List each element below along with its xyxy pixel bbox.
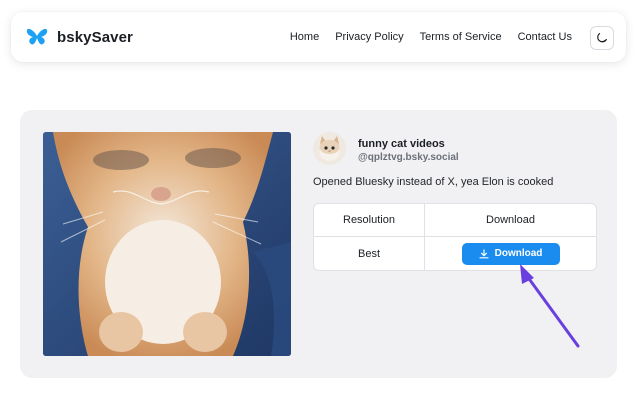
top-navbar: bskySaver Home Privacy Policy Terms of S… bbox=[11, 12, 626, 62]
author-name: funny cat videos bbox=[358, 138, 445, 150]
theme-toggle-button[interactable] bbox=[590, 26, 614, 50]
cat-image bbox=[43, 132, 291, 356]
table-row: Best Download bbox=[314, 236, 596, 270]
post-text: Opened Bluesky instead of X, yea Elon is… bbox=[313, 176, 554, 188]
download-cell: Download bbox=[425, 237, 596, 270]
author-avatar[interactable] bbox=[313, 132, 346, 165]
table-header-row: Resolution Download bbox=[314, 204, 596, 236]
nav-links: Home Privacy Policy Terms of Service Con… bbox=[274, 31, 572, 43]
download-icon bbox=[479, 248, 489, 258]
header-download: Download bbox=[486, 214, 535, 226]
butterfly-icon bbox=[26, 28, 48, 45]
header-resolution: Resolution bbox=[314, 204, 425, 236]
author-handle: @qplztvg.bsky.social bbox=[358, 152, 459, 163]
brand-name: bskySaver bbox=[57, 28, 133, 46]
download-table: Resolution Download Best Download bbox=[313, 203, 597, 271]
video-thumbnail[interactable] bbox=[43, 132, 291, 356]
moon-icon bbox=[597, 33, 607, 43]
resolution-cell: Best bbox=[314, 237, 425, 270]
brand[interactable]: bskySaver bbox=[25, 26, 133, 48]
nav-link-home[interactable]: Home bbox=[290, 31, 319, 43]
nav-link-contact-us[interactable]: Contact Us bbox=[518, 31, 572, 43]
post-card: funny cat videos @qplztvg.bsky.social Op… bbox=[20, 110, 617, 378]
cat-avatar-image bbox=[313, 132, 346, 165]
download-button-label: Download bbox=[494, 248, 543, 259]
nav-link-terms-of-service[interactable]: Terms of Service bbox=[420, 31, 502, 43]
download-button[interactable]: Download bbox=[461, 242, 560, 265]
nav-link-privacy-policy[interactable]: Privacy Policy bbox=[335, 31, 403, 43]
